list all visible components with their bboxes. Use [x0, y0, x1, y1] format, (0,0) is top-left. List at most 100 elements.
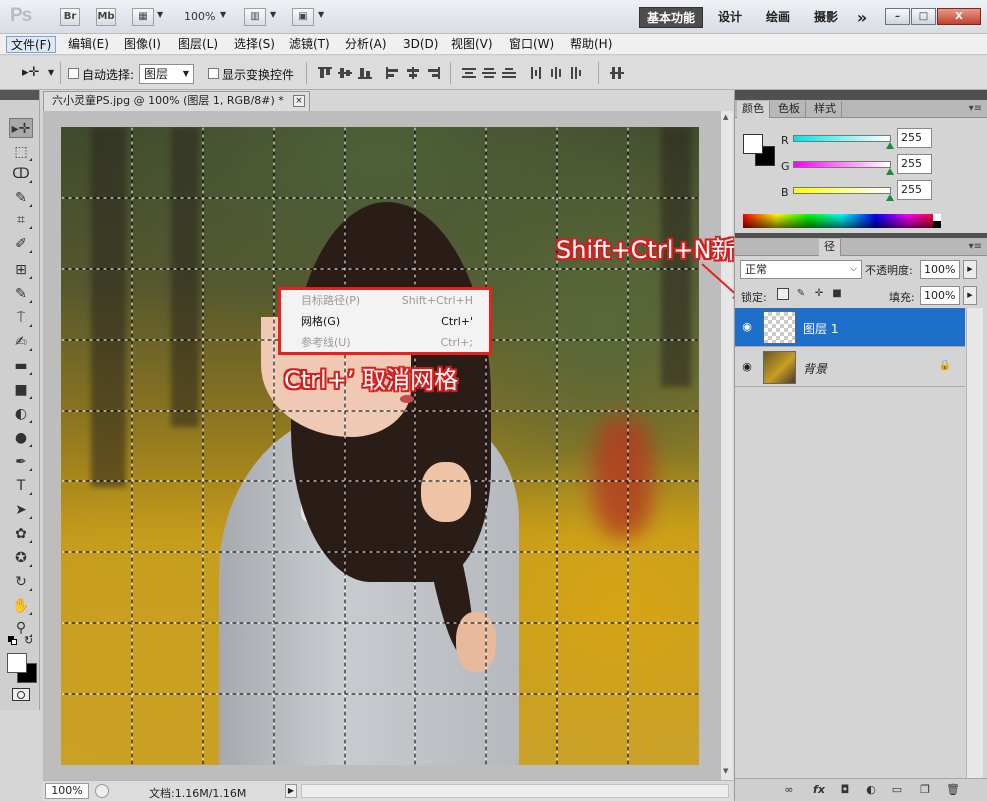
tab-color[interactable]: 颜色 — [737, 101, 770, 118]
default-colors-icon[interactable] — [8, 636, 18, 646]
dodge-tool-icon[interactable]: ● — [9, 428, 33, 448]
lock-all-icon[interactable]: ■ — [831, 288, 843, 300]
brush-tool-icon[interactable]: ✎ — [9, 284, 33, 304]
align-left-icon[interactable] — [386, 67, 400, 79]
restore-button[interactable]: □ — [911, 8, 936, 25]
align-hcenter-icon[interactable] — [406, 67, 420, 79]
distribute-left-icon[interactable] — [530, 67, 544, 79]
spectrum-black-white[interactable] — [933, 214, 941, 228]
status-menu-arrow-icon[interactable]: ▶ — [285, 784, 297, 798]
green-slider[interactable] — [793, 161, 891, 168]
view-extras-dropdown-icon[interactable]: ▼ — [157, 10, 163, 19]
more-workspaces-icon[interactable]: » — [852, 7, 872, 28]
blue-slider-thumb[interactable] — [886, 194, 894, 201]
arrange-documents-icon[interactable]: ▥ — [244, 8, 266, 26]
blue-slider[interactable] — [793, 187, 891, 194]
foreground-color-swatch[interactable] — [7, 653, 27, 673]
align-right-icon[interactable] — [426, 67, 440, 79]
tab-styles[interactable]: 样式 — [809, 101, 842, 118]
opacity-input[interactable]: 100% — [920, 260, 960, 279]
visibility-eye-icon[interactable]: ◉ — [739, 320, 755, 334]
hand-tool-icon[interactable]: ✋ — [9, 596, 33, 616]
scroll-down-icon[interactable]: ▼ — [723, 767, 728, 775]
tool-preset-dropdown-icon[interactable]: ▼ — [48, 68, 54, 77]
swap-colors-icon[interactable]: ↻ — [24, 634, 33, 647]
status-zoom-input[interactable]: 100% — [45, 783, 89, 799]
align-vcenter-icon[interactable] — [338, 67, 352, 79]
menu-filter[interactable]: 滤镜(T) — [285, 36, 334, 53]
layer-row-background[interactable]: ◉ 背景 🔒 — [735, 348, 965, 387]
distribute-right-icon[interactable] — [570, 67, 584, 79]
distribute-bottom-icon[interactable] — [502, 67, 516, 79]
auto-select-dropdown[interactable]: 图层 ▼ — [139, 64, 194, 84]
menu-file[interactable]: 文件(F) — [6, 36, 57, 53]
move-tool-preset-icon[interactable]: ▸✛ — [22, 65, 39, 80]
blue-value-input[interactable]: 255 — [897, 180, 932, 200]
lock-position-icon[interactable]: ✛ — [813, 288, 825, 300]
color-panel-header[interactable] — [735, 90, 987, 100]
layers-panel-menu-icon[interactable]: ▾≡ — [969, 241, 982, 252]
zoom-level[interactable]: 100% — [184, 10, 215, 23]
shape-tool-icon[interactable]: ✿ — [9, 524, 33, 544]
opacity-slider-arrow-icon[interactable]: ▶ — [963, 260, 977, 279]
workspace-design[interactable]: 设计 — [712, 7, 748, 28]
horizontal-scrollbar[interactable] — [301, 784, 729, 798]
close-button[interactable]: X — [937, 8, 981, 25]
align-top-icon[interactable] — [318, 67, 332, 79]
lock-image-brush-icon[interactable]: ✎ — [795, 288, 807, 300]
menu-3d[interactable]: 3D(D) — [399, 36, 442, 53]
menu-item-target-path[interactable]: 目标路径(P) Shift+Ctrl+H — [281, 290, 489, 311]
red-slider[interactable] — [793, 135, 891, 142]
marquee-tool-icon[interactable]: ⬚ — [9, 142, 33, 162]
menu-image[interactable]: 图像(I) — [120, 36, 165, 53]
layer-name[interactable]: 背景 — [803, 360, 827, 377]
green-value-input[interactable]: 255 — [897, 154, 932, 174]
menu-item-guides[interactable]: 参考线(U) Ctrl+; — [281, 332, 489, 353]
eyedropper-tool-icon[interactable]: ✐ — [9, 234, 33, 254]
blur-tool-icon[interactable]: ◐ — [9, 404, 33, 424]
history-brush-tool-icon[interactable]: ✍ — [9, 332, 33, 352]
auto-align-icon[interactable] — [610, 67, 624, 79]
canvas-area[interactable] — [43, 111, 720, 780]
red-value-input[interactable]: 255 — [897, 128, 932, 148]
bridge-button[interactable]: Br — [60, 8, 80, 26]
screen-mode-icon[interactable]: ▣ — [292, 8, 314, 26]
distribute-vcenter-icon[interactable] — [482, 67, 496, 79]
trash-icon[interactable]: 🗑 — [945, 783, 961, 797]
workspace-essentials[interactable]: 基本功能 — [639, 7, 703, 28]
3d-rotate-tool-icon[interactable]: ✪ — [9, 548, 33, 568]
view-extras-icon[interactable]: ▦ — [132, 8, 154, 26]
layer-name[interactable]: 图层 1 — [803, 320, 838, 337]
tools-panel-header[interactable] — [0, 90, 39, 100]
layer-row-layer1[interactable]: ◉ 图层 1 — [735, 308, 965, 347]
menu-window[interactable]: 窗口(W) — [505, 36, 558, 53]
gradient-tool-icon[interactable]: ■ — [9, 380, 33, 400]
layers-scrollbar[interactable] — [966, 308, 983, 778]
menu-view[interactable]: 视图(V) — [447, 36, 497, 53]
photo-canvas[interactable] — [61, 127, 699, 765]
color-spectrum-bar[interactable] — [743, 214, 941, 228]
auto-select-checkbox[interactable] — [68, 68, 79, 79]
screen-mode-dropdown-icon[interactable]: ▼ — [318, 10, 324, 19]
workspace-photography[interactable]: 摄影 — [808, 7, 844, 28]
mask-icon[interactable]: ◘ — [837, 783, 853, 797]
menu-analysis[interactable]: 分析(A) — [341, 36, 391, 53]
green-slider-thumb[interactable] — [886, 168, 894, 175]
adjustment-icon[interactable]: ◐ — [863, 783, 879, 797]
workspace-painting[interactable]: 绘画 — [760, 7, 796, 28]
quick-mask-icon[interactable] — [12, 688, 30, 701]
distribute-top-icon[interactable] — [462, 67, 476, 79]
vertical-scrollbar[interactable]: ▲ ▼ — [720, 111, 733, 780]
link-layers-icon[interactable]: ∞ — [781, 783, 797, 797]
path-select-tool-icon[interactable]: ➤ — [9, 500, 33, 520]
visibility-eye-icon[interactable]: ◉ — [739, 360, 755, 374]
menu-select[interactable]: 选择(S) — [230, 36, 279, 53]
move-tool-icon[interactable]: ▸✛ — [9, 118, 33, 138]
menu-help[interactable]: 帮助(H) — [566, 36, 616, 53]
tab-swatches[interactable]: 色板 — [773, 101, 806, 118]
lasso-tool-icon[interactable]: ↀ — [9, 164, 33, 184]
clone-stamp-tool-icon[interactable]: ⍑ — [9, 308, 33, 328]
eraser-tool-icon[interactable]: ▬ — [9, 356, 33, 376]
arrange-dropdown-icon[interactable]: ▼ — [270, 10, 276, 19]
scroll-up-icon[interactable]: ▲ — [723, 113, 728, 121]
